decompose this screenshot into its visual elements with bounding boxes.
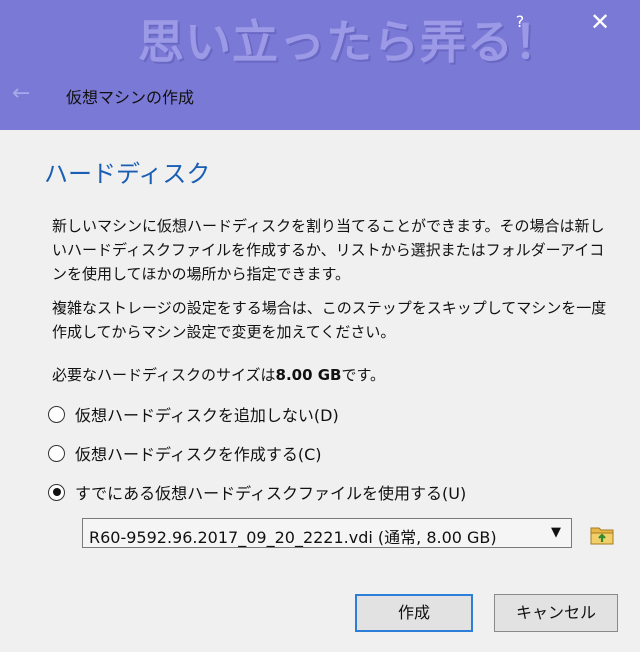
description-paragraph-2: 複雑なストレージの設定をする場合は、このステップをスキップしてマシンを一度作成し… [52,299,607,341]
folder-icon [590,527,614,545]
radio-no-disk-label: 仮想ハードディスクを追加しない(D) [75,406,339,425]
radio-create-disk[interactable]: 仮想ハードディスクを作成する(C) [48,439,322,467]
description-paragraph-1: 新しいマシンに仮想ハードディスクを割り当てることができます。その場合は新しいハー… [52,217,605,283]
section-title: ハードディスク [44,160,211,188]
wizard-title: 仮想マシンの作成 [66,88,195,107]
radio-button-selected-icon[interactable] [48,483,65,501]
disk-file-select[interactable]: R60-9592.96.2017_09_20_2221.vdi (通常, 8.0… [82,518,572,548]
cancel-button[interactable]: キャンセル [494,594,618,632]
dropdown-arrow-icon[interactable]: ▼ [551,525,561,540]
radio-create-disk-label: 仮想ハードディスクを作成する(C) [75,445,322,464]
size-value: 8.00 GB [275,366,342,384]
back-arrow-icon[interactable]: ← [12,82,40,106]
radio-use-existing-label: すでにある仮想ハードディスクファイルを使用する(U) [75,484,467,503]
choose-disk-folder-button[interactable] [588,520,616,548]
content-area [0,130,640,652]
radio-button-icon[interactable] [48,405,65,423]
size-recommendation: 必要なハードディスクのサイズは8.00 GBです。 [52,363,612,387]
help-button[interactable]: ? [506,8,534,36]
close-button[interactable]: ✕ [584,6,616,38]
size-text-prefix: 必要なハードディスクのサイズは [52,366,276,384]
radio-button-icon[interactable] [48,444,65,462]
radio-use-existing-disk[interactable]: すでにある仮想ハードディスクファイルを使用する(U) [48,478,466,506]
create-button[interactable]: 作成 [355,594,473,632]
watermark-text: 思い立ったら弄る！ [138,15,561,69]
radio-no-disk[interactable]: 仮想ハードディスクを追加しない(D) [48,400,339,428]
size-text-suffix: です。 [341,366,386,384]
disk-file-select-value: R60-9592.96.2017_09_20_2221.vdi (通常, 8.0… [89,528,497,547]
